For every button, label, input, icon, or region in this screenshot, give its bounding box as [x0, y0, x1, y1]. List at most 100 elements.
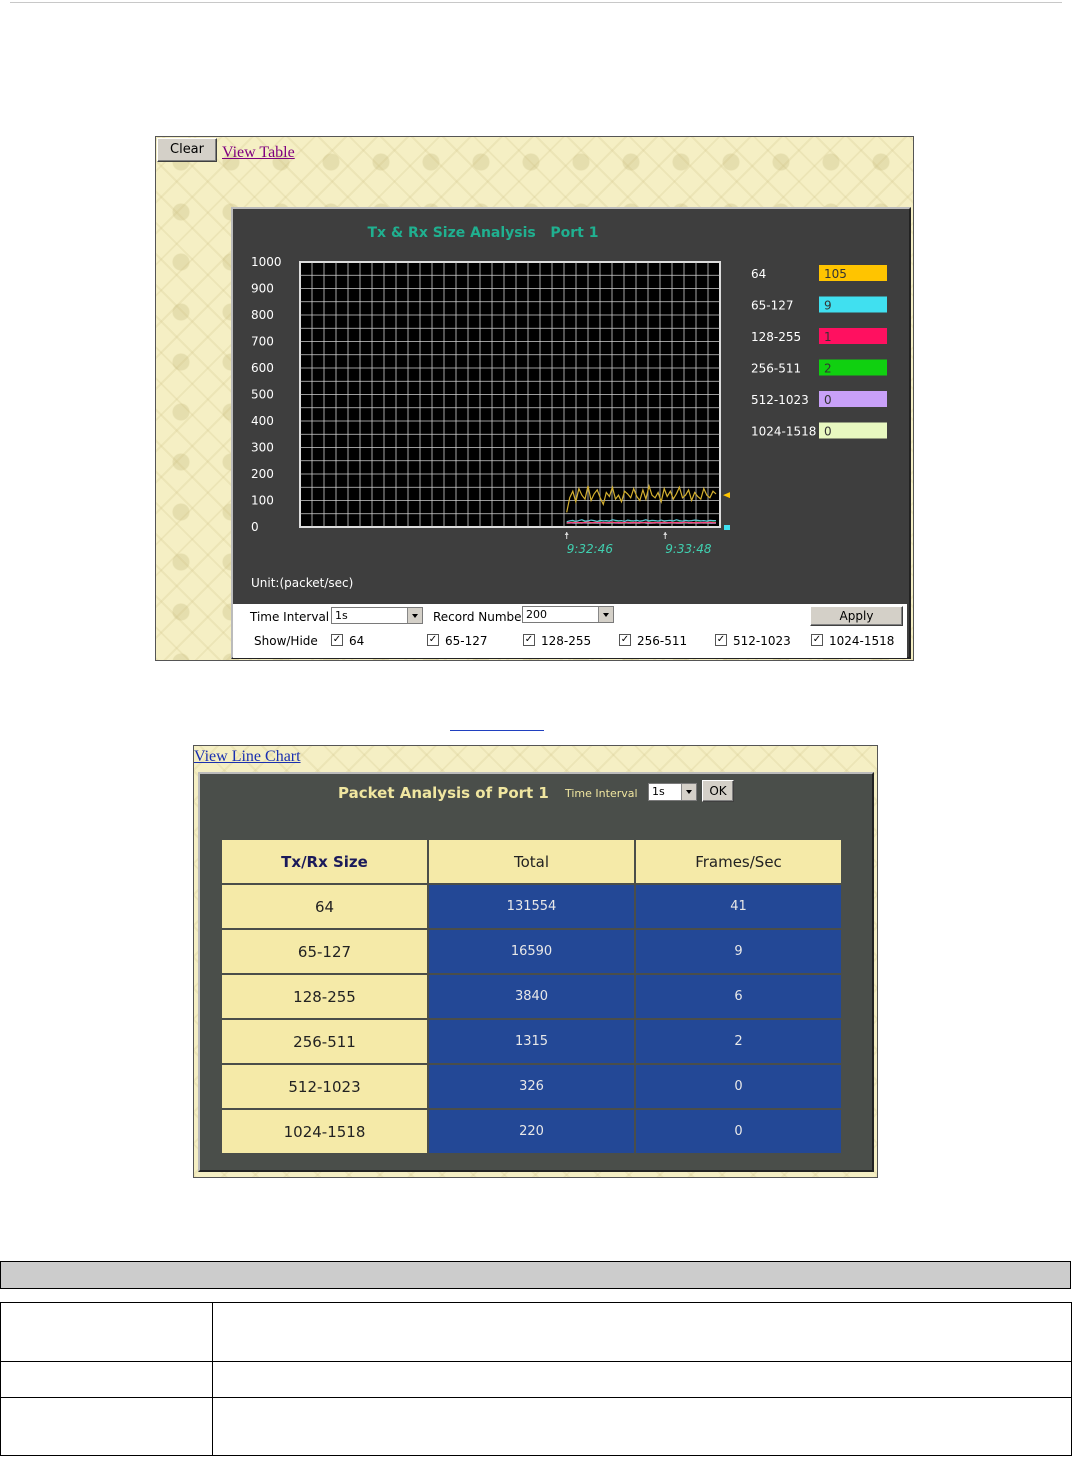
- frames-cell: 41: [636, 885, 841, 928]
- chart-title: Tx & Rx Size Analysis Port 1: [368, 225, 599, 241]
- chevron-down-icon: [598, 607, 613, 622]
- time-interval-value: 1s: [652, 785, 665, 798]
- column-header: Tx/Rx Size: [222, 840, 427, 883]
- checkbox-label: 65-127: [445, 634, 488, 648]
- y-tick-label: 1000: [251, 255, 282, 269]
- table-frame: Packet Analysis of Port 1 Time Interval …: [198, 772, 874, 1172]
- y-tick-label: 200: [251, 467, 274, 481]
- total-cell: 326: [429, 1065, 634, 1108]
- view-table-link[interactable]: View Table: [222, 144, 295, 162]
- time-interval-value: 1s: [335, 609, 348, 622]
- record-number-select[interactable]: 200: [522, 606, 614, 623]
- legend-value: 2: [824, 362, 832, 376]
- frames-cell: 0: [636, 1110, 841, 1153]
- checkbox-label: 64: [349, 634, 365, 648]
- show-hide-checkbox[interactable]: ✓: [715, 634, 727, 646]
- column-header: Frames/Sec: [636, 840, 841, 883]
- series-marker: [724, 525, 730, 530]
- line-chart-panel: Clear View Table Tx & Rx Size Analysis P…: [155, 136, 914, 661]
- panel-title: Packet Analysis of Port 1: [338, 784, 549, 802]
- size-cell: 65-127: [222, 930, 427, 973]
- parameter-table: [0, 1302, 1072, 1456]
- chart-frame: Tx & Rx Size Analysis Port 1 1000 900 800 70…: [231, 207, 911, 659]
- size-cell: 256-511: [222, 1020, 427, 1063]
- clear-button[interactable]: Clear: [157, 138, 217, 162]
- table-row: [0, 1361, 1072, 1398]
- time-interval-label: Time Interval: [565, 787, 638, 800]
- param-cell: [0, 1397, 213, 1456]
- figure-link[interactable]: [450, 716, 544, 731]
- show-hide-checkbox[interactable]: ✓: [619, 634, 631, 646]
- legend-label: 128-255: [751, 330, 801, 344]
- time-interval-label: Time Interval: [250, 610, 330, 624]
- legend-label: 1024-1518: [751, 425, 816, 439]
- total-cell: 220: [429, 1110, 634, 1153]
- y-tick-label: 400: [251, 414, 274, 428]
- table-row: [0, 1302, 1072, 1362]
- table-row: 256-511 1315 2: [222, 1020, 841, 1063]
- view-line-chart-link[interactable]: View Line Chart: [194, 748, 301, 766]
- table-header-row: Tx/Rx Size Total Frames/Sec: [222, 840, 841, 883]
- table-row: 512-1023 326 0: [222, 1065, 841, 1108]
- series-marker: [723, 492, 730, 499]
- checkbox-label: 128-255: [541, 634, 592, 648]
- show-hide-checkbox[interactable]: ✓: [811, 634, 823, 646]
- size-cell: 128-255: [222, 975, 427, 1018]
- y-tick-label: 900: [251, 282, 274, 296]
- x-tick-label: 9:33:48: [665, 542, 712, 556]
- y-tick-label: 600: [251, 361, 274, 375]
- time-interval-select[interactable]: 1s: [648, 783, 697, 801]
- size-cell: 64: [222, 885, 427, 928]
- apply-button[interactable]: Apply: [810, 606, 903, 626]
- table-panel: View Line Chart Packet Analysis of Port …: [193, 745, 878, 1178]
- checkbox-label: 512-1023: [733, 634, 791, 648]
- total-cell: 16590: [429, 930, 634, 973]
- packet-analysis-table: Tx/Rx Size Total Frames/Sec 64 131554 41…: [220, 838, 843, 1155]
- legend-label: 256-511: [751, 362, 801, 376]
- unit-label: Unit:(packet/sec): [251, 576, 353, 590]
- checkbox-label: 256-511: [637, 634, 688, 648]
- legend-label: 64: [751, 267, 766, 281]
- legend-value: 0: [824, 425, 832, 439]
- record-number-value: 200: [526, 608, 547, 621]
- chart-controls: Time Interval 1s Record Number 200 Apply…: [233, 604, 907, 658]
- show-hide-checkbox[interactable]: ✓: [331, 634, 343, 646]
- checkbox-label: 1024-1518: [829, 634, 895, 648]
- top-rule: [10, 2, 1062, 3]
- record-number-label: Record Number: [433, 610, 527, 624]
- total-cell: 1315: [429, 1020, 634, 1063]
- legend-value: 105: [824, 267, 847, 281]
- show-hide-label: Show/Hide: [254, 634, 318, 648]
- desc-cell: [212, 1302, 1072, 1362]
- x-tick-arrow: [564, 532, 569, 535]
- legend-label: 512-1023: [751, 393, 809, 407]
- time-interval-select[interactable]: 1s: [331, 607, 423, 624]
- legend-value: 9: [824, 299, 832, 313]
- param-cell: [0, 1302, 213, 1362]
- desc-cell: [212, 1397, 1072, 1456]
- frames-cell: 6: [636, 975, 841, 1018]
- table-row: [0, 1397, 1072, 1456]
- y-tick-label: 500: [251, 388, 274, 402]
- table-row: 128-255 3840 6: [222, 975, 841, 1018]
- size-cell: 512-1023: [222, 1065, 427, 1108]
- y-tick-label: 700: [251, 335, 274, 349]
- table-row: 65-127 16590 9: [222, 930, 841, 973]
- show-hide-checkbox[interactable]: ✓: [427, 634, 439, 646]
- table-row: 64 131554 41: [222, 885, 841, 928]
- show-hide-checkbox[interactable]: ✓: [523, 634, 535, 646]
- legend-value: 1: [824, 330, 832, 344]
- parameter-header-bar: [0, 1261, 1071, 1289]
- frames-cell: 9: [636, 930, 841, 973]
- column-header: Total: [429, 840, 634, 883]
- table-row: 1024-1518 220 0: [222, 1110, 841, 1153]
- legend-label: 65-127: [751, 299, 794, 313]
- chevron-down-icon: [681, 784, 696, 800]
- frames-cell: 2: [636, 1020, 841, 1063]
- legend-value: 0: [824, 393, 832, 407]
- total-cell: 3840: [429, 975, 634, 1018]
- desc-cell: [212, 1361, 1072, 1398]
- ok-button[interactable]: OK: [702, 780, 734, 802]
- y-tick-label: 800: [251, 308, 274, 322]
- line-chart: Tx & Rx Size Analysis Port 1100090080070…: [251, 225, 887, 590]
